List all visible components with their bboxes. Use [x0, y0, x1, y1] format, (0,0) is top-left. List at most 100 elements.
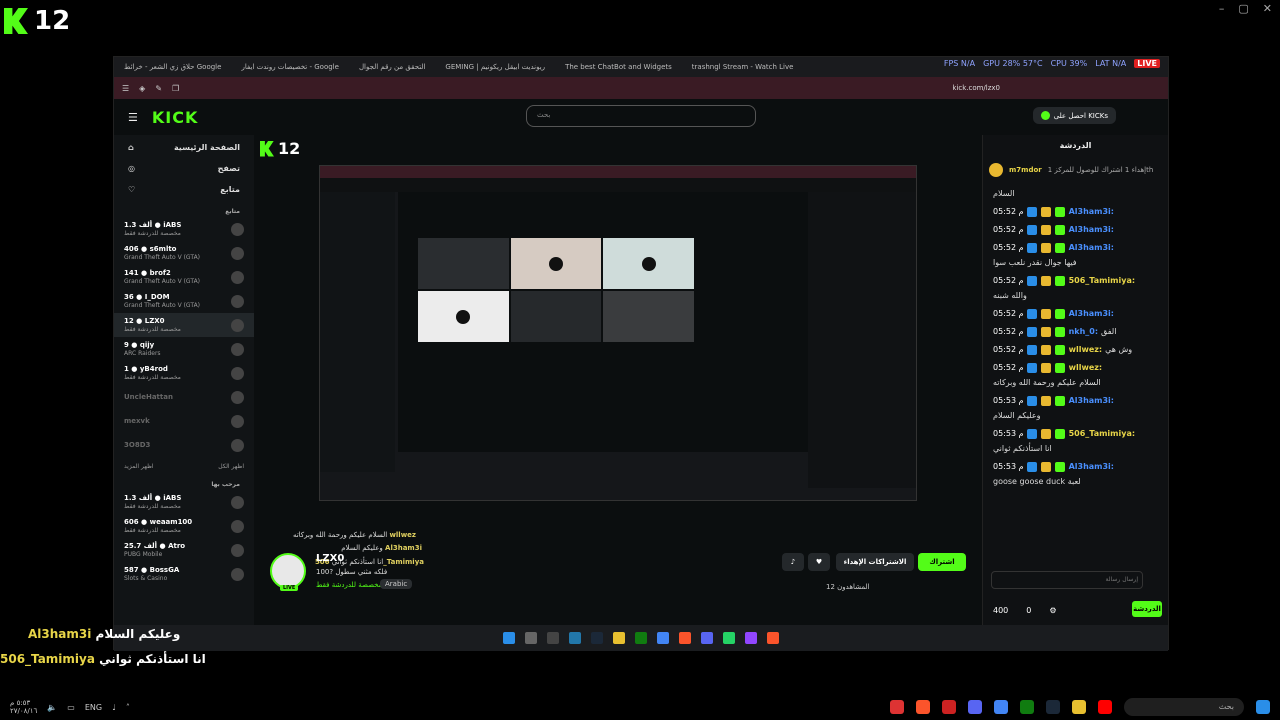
chat-message[interactable]: 05:53 م Al3ham3i: وعليكم السلام [983, 392, 1168, 425]
chat-input[interactable]: إرسال رسالة [991, 571, 1143, 589]
channel-item[interactable]: 1 ● yB4rod مخصصة للدردشة فقط [114, 361, 254, 385]
message-username[interactable]: Al3ham3i: [1069, 206, 1114, 218]
gear-icon[interactable]: ⚙ [1049, 606, 1056, 615]
language-tag[interactable]: Arabic [380, 579, 413, 589]
chevron-up-icon[interactable]: ˄ [126, 703, 130, 712]
channel-item[interactable]: 36 ● I_DOM Grand Theft Auto V (GTA) [114, 289, 254, 313]
folder-icon[interactable] [1072, 700, 1086, 714]
message-username[interactable]: 506_Tamimiya: [1069, 428, 1136, 440]
steam-icon[interactable] [591, 632, 603, 644]
search-input[interactable]: بحث [526, 105, 756, 127]
kick-wordmark[interactable]: KICK [152, 108, 199, 127]
tab[interactable]: التحقق من رقم الجوال [349, 63, 435, 71]
chat-message[interactable]: 05:52 م nkh_0: الفق [983, 323, 1168, 341]
chrome-icon[interactable] [657, 632, 669, 644]
clock[interactable]: ٥:٥٣ م ٢٧/٠٨/١٦ [10, 699, 37, 715]
chat-message[interactable]: 05:52 م Al3ham3i: فيها جوال نقدر نلعب سوا [983, 239, 1168, 272]
chrome-icon[interactable] [994, 700, 1008, 714]
favorite-button[interactable]: ♥ [808, 553, 830, 571]
windows-start-icon[interactable] [1256, 700, 1270, 714]
mic-icon[interactable]: ♩ [112, 703, 116, 712]
nav-home[interactable]: ⌂ الصفحة الرئيسية [128, 143, 240, 152]
message-username[interactable]: wllwez: [1069, 344, 1103, 356]
message-username[interactable]: Al3ham3i: [1069, 242, 1114, 254]
gift-subs-button[interactable]: الاشتراكات الإهداء [836, 553, 914, 571]
brave-icon[interactable] [679, 632, 691, 644]
chat-message[interactable]: 05:52 م Al3ham3i: [983, 305, 1168, 323]
maximize-button[interactable]: ▢ [1238, 2, 1248, 15]
tab[interactable]: The best ChatBot and Widgets [555, 63, 682, 71]
channel-item[interactable]: 25.7 ألف ● Atro PUBG Mobile [114, 538, 254, 562]
channel-item[interactable]: 587 ● BossGA Slots & Casino [114, 562, 254, 586]
channel-item[interactable]: 1.3 ألف ● iABS مخصصة للدردشة فقط [114, 217, 254, 241]
channel-item[interactable]: 9 ● qijy ARC Raiders [114, 337, 254, 361]
address-bar[interactable]: kick.com/lzx0 [952, 84, 1000, 92]
taskview-icon[interactable] [547, 632, 559, 644]
get-kicks-button[interactable]: احصل على KICKs [1032, 107, 1116, 124]
channel-item[interactable]: 12 ● LZX0 مخصصة للدردشة فقط [114, 313, 254, 337]
taskbar-search[interactable]: بحث [1124, 698, 1244, 716]
channel-item[interactable]: 1.3 ألف ● iABS مخصصة للدردشة فقط [114, 490, 254, 514]
edge-icon[interactable] [569, 632, 581, 644]
app-icon[interactable] [942, 700, 956, 714]
notifications-button[interactable]: ♪ [782, 553, 804, 571]
channel-item[interactable]: 141 ● brof2 Grand Theft Auto V (GTA) [114, 265, 254, 289]
message-username[interactable]: 506_Tamimiya: [1069, 275, 1136, 287]
brave-icon[interactable] [916, 700, 930, 714]
chat-send-button[interactable]: الدردشة [1132, 601, 1162, 617]
pen-icon[interactable]: ✎ [155, 84, 162, 93]
nav-following[interactable]: ♡ متابع [128, 185, 240, 194]
stream-category[interactable]: مخصصة للدردشة فقط [316, 581, 382, 589]
shield-icon[interactable]: ◈ [139, 84, 145, 93]
language-indicator[interactable]: ENG [85, 703, 102, 712]
chat-message[interactable]: 05:53 م 506_Tamimiya: انا استأذنكم ثواني [983, 425, 1168, 458]
whatsapp-icon[interactable] [723, 632, 735, 644]
channel-offline[interactable]: mexvk [114, 409, 254, 433]
volume-icon[interactable]: 🔈 [47, 703, 57, 712]
channel-item[interactable]: 606 ● weaam100 مخصصة للدردشة فقط [114, 514, 254, 538]
points-balance[interactable]: 0 [1026, 606, 1031, 615]
kicks-balance[interactable]: 400 [993, 606, 1008, 615]
message-username[interactable]: Al3ham3i: [1069, 395, 1114, 407]
tab[interactable]: حلاق زي الشعر - خرائط Google [114, 63, 231, 71]
chat-message[interactable]: 05:52 م wllwez: السلام عليكم ورحمة الله وب… [983, 359, 1168, 392]
message-username[interactable]: Al3ham3i: [1069, 308, 1114, 320]
app-icon[interactable] [890, 700, 904, 714]
copy-icon[interactable]: ❐ [172, 84, 179, 93]
discord-icon[interactable] [701, 632, 713, 644]
windows-start-icon[interactable] [503, 632, 515, 644]
discord-icon[interactable] [968, 700, 982, 714]
youtube-icon[interactable] [1098, 700, 1112, 714]
tab[interactable]: GEMING | ريونديت ابيقل ريكونيم [435, 63, 555, 71]
chat-message[interactable]: 05:52 م wllwez: وش هي [983, 341, 1168, 359]
xbox-icon[interactable] [635, 632, 647, 644]
xbox-icon[interactable] [1020, 700, 1034, 714]
search-icon[interactable] [525, 632, 537, 644]
chat-message[interactable]: 05:52 م 506_Tamimiya: والله شبنه [983, 272, 1168, 305]
hamburger-icon[interactable]: ☰ [128, 111, 138, 124]
network-icon[interactable]: ▭ [67, 703, 75, 712]
folder-icon[interactable] [613, 632, 625, 644]
tab[interactable]: تخصيصات روندت ايفار - Google [231, 63, 349, 71]
message-username[interactable]: nkh_0: [1069, 326, 1098, 338]
message-username[interactable]: wllwez: [1069, 362, 1103, 374]
message-username[interactable]: Al3ham3i: [1069, 461, 1114, 473]
chat-message[interactable]: 05:53 م Al3ham3i: goose goose duck لعبة [983, 458, 1168, 491]
pinned-gift-banner[interactable]: m7mdor إهداء 1 اشتراك للوصول للمركز 1th [989, 159, 1162, 181]
message-username[interactable]: Al3ham3i: [1069, 224, 1114, 236]
chat-message[interactable]: 05:52 م Al3ham3i: [983, 203, 1168, 221]
twitch-icon[interactable] [745, 632, 757, 644]
close-button[interactable]: ✕ [1263, 2, 1272, 15]
steam-icon[interactable] [1046, 700, 1060, 714]
nav-browse[interactable]: ◎ تصفح [128, 164, 240, 173]
show-all-link[interactable]: اظهر الكل [218, 463, 244, 470]
minimize-button[interactable]: – [1219, 2, 1225, 15]
chat-message[interactable]: 05:52 م Al3ham3i: [983, 221, 1168, 239]
channel-avatar[interactable] [270, 553, 306, 589]
tab[interactable]: trashngl Stream - Watch Live [682, 63, 804, 71]
channel-offline[interactable]: 3O8D3 [114, 433, 254, 457]
menu-icon[interactable]: ☰ [122, 84, 129, 93]
follow-button[interactable]: اشتراك [918, 553, 966, 571]
brave-icon[interactable] [767, 632, 779, 644]
channel-item[interactable]: 406 ● s6mlto Grand Theft Auto V (GTA) [114, 241, 254, 265]
